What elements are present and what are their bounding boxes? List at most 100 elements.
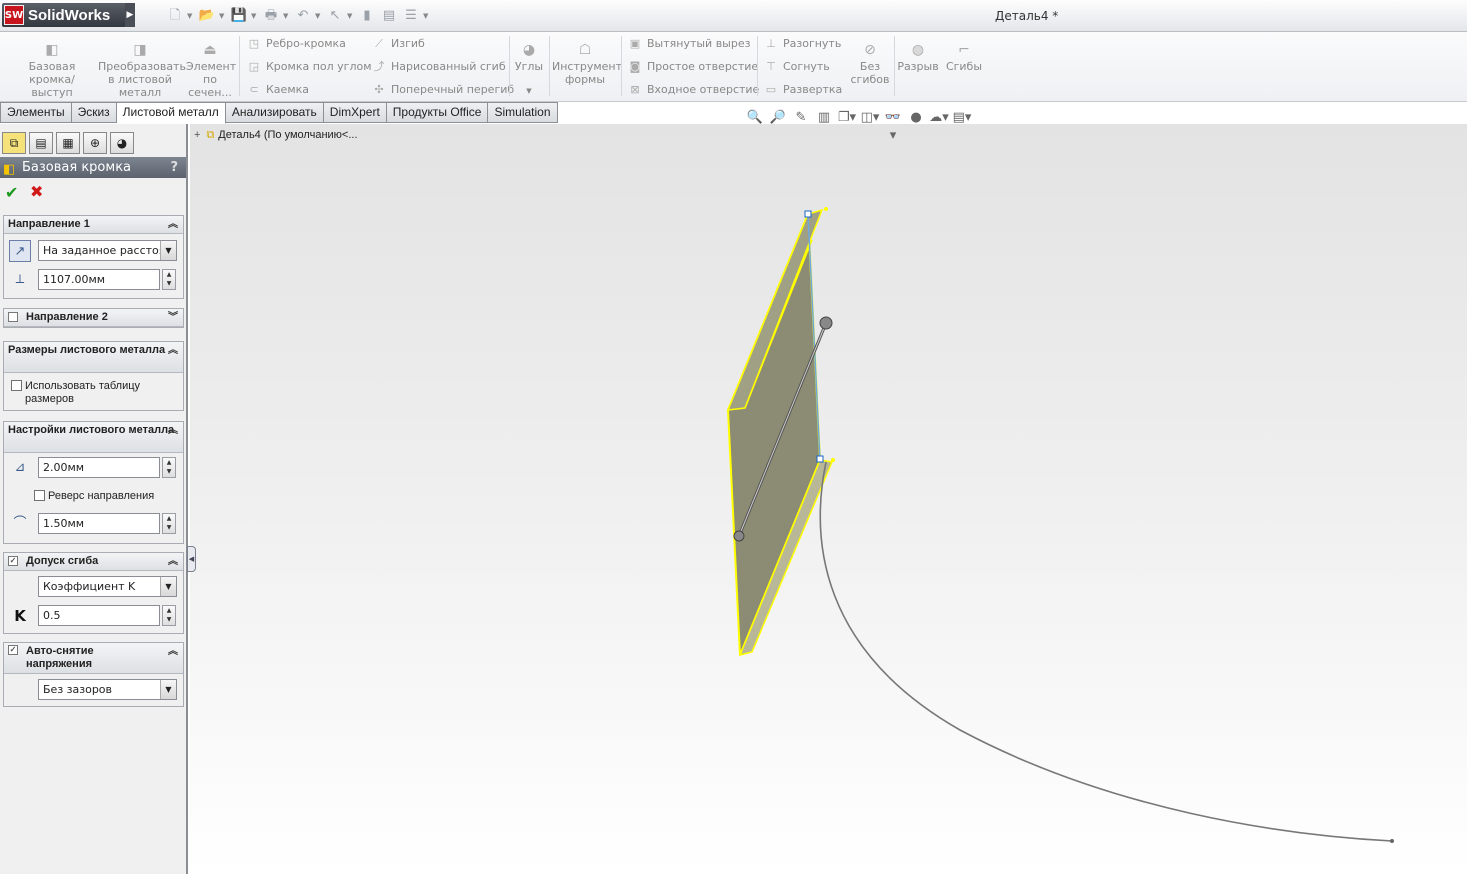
base-flange-button[interactable]: ◧ Базовая кромка/выступ: [10, 42, 94, 99]
simple-hole-button[interactable]: ◙ Простое отверстие: [627, 58, 759, 76]
tab-simulation[interactable]: Simulation: [488, 102, 558, 123]
hide-show-items-icon[interactable]: 👓▾: [883, 109, 903, 143]
sketched-bend-button[interactable]: ⤴ Нарисованный сгиб: [371, 58, 506, 76]
feature-manager-tab-icon[interactable]: ⧉: [2, 132, 26, 154]
collapse-chevron-icon[interactable]: ︽: [168, 553, 178, 570]
insert-bends-button[interactable]: ⌐ Сгибы: [942, 42, 986, 73]
relief-type-select[interactable]: Без зазоров ▼: [38, 679, 177, 700]
vent-button[interactable]: ⊠ Входное отверстие: [627, 81, 759, 99]
end-condition-select[interactable]: На заданное расстоянии ▼: [38, 240, 177, 261]
checkbox-box[interactable]: [34, 490, 45, 501]
configuration-manager-tab-icon[interactable]: ▦: [56, 132, 80, 154]
panel-collapse-handle-icon[interactable]: ◀: [187, 546, 196, 572]
corners-dropdown-icon[interactable]: ▼: [512, 85, 546, 98]
cross-break-button[interactable]: ✣ Поперечный перегиб: [371, 81, 514, 99]
ok-check-icon[interactable]: ✔: [5, 183, 18, 202]
save-icon[interactable]: 💾: [229, 6, 249, 26]
graphics-area[interactable]: 🔍 🔎 ✎ ▥ ❐▾ ◫▾ 👓▾ ● ☁▾ ▤▾: [190, 110, 1467, 874]
thickness-input[interactable]: 2.00мм: [38, 457, 160, 478]
direction2-header[interactable]: Направление 2 ︾: [4, 309, 183, 327]
options-icon[interactable]: ☰: [401, 6, 421, 26]
use-gauge-table-label: Использовать таблицу размеров: [25, 380, 141, 405]
bend-allowance-header[interactable]: ✓ Допуск сгиба ︽: [4, 553, 183, 571]
collapse-chevron-icon[interactable]: ︽: [168, 216, 178, 233]
expand-plus-icon[interactable]: +: [194, 129, 200, 141]
bend-radius-input[interactable]: 1.50мм: [38, 513, 160, 534]
tab-sketch[interactable]: Эскиз: [71, 102, 117, 123]
auto-relief-checkbox[interactable]: ✓: [8, 645, 18, 655]
select-icon[interactable]: ↖: [325, 6, 345, 26]
options-dropdown-icon[interactable]: ▼: [423, 12, 431, 20]
depth-spinner[interactable]: ▲ ▼: [162, 269, 176, 290]
solidworks-logo[interactable]: SW SolidWorks ▶: [2, 3, 135, 27]
expand-chevron-icon[interactable]: ︾: [168, 309, 178, 326]
direction2-checkbox[interactable]: [8, 312, 18, 323]
print-icon[interactable]: 🖶: [261, 6, 281, 26]
section-view-icon[interactable]: ▥: [814, 109, 834, 127]
apply-scene-icon[interactable]: ☁▾: [929, 109, 949, 127]
fold-button[interactable]: ⊤ Согнуть: [763, 58, 830, 76]
new-dropdown-icon[interactable]: ▼: [187, 12, 195, 20]
file-properties-icon[interactable]: ▤: [379, 6, 399, 26]
jog-button[interactable]: ⟋ Изгиб: [371, 35, 425, 53]
sheetmetal-params-header[interactable]: Настройки листового металла ︽: [4, 422, 183, 453]
collapse-chevron-icon[interactable]: ︽: [168, 645, 178, 658]
save-dropdown-icon[interactable]: ▼: [251, 12, 259, 20]
open-folder-icon[interactable]: 📂: [197, 6, 217, 26]
cancel-x-icon[interactable]: ✖: [30, 182, 43, 201]
property-manager-tab-icon[interactable]: ▤: [29, 132, 53, 154]
reverse-direction-icon[interactable]: ↗: [9, 240, 31, 262]
collapse-chevron-icon[interactable]: ︽: [168, 424, 178, 437]
miter-flange-button[interactable]: ◲ Кромка пол углом: [246, 58, 372, 76]
tab-evaluate[interactable]: Анализировать: [225, 102, 324, 123]
menu-expand-arrow-icon[interactable]: ▶: [125, 3, 135, 27]
lofted-bend-button[interactable]: ⏏ Элемент по сечен...: [186, 42, 236, 99]
auto-relief-header[interactable]: ✓ Авто-снятие напряжения ︽: [4, 643, 183, 674]
previous-view-icon[interactable]: ✎: [791, 109, 811, 127]
zoom-to-fit-icon[interactable]: 🔍: [745, 109, 765, 127]
feature-tree-flyout[interactable]: + ⧉ Деталь4 (По умолчанию<...: [194, 129, 358, 142]
display-manager-tab-icon[interactable]: ◕: [110, 132, 134, 154]
select-dropdown-icon[interactable]: ▼: [347, 12, 355, 20]
zoom-to-area-icon[interactable]: 🔎: [768, 109, 788, 127]
help-icon[interactable]: ?: [170, 157, 178, 178]
depth-input[interactable]: 1107.00мм: [38, 269, 160, 290]
bend-allowance-type-select[interactable]: Коэффициент K ▼: [38, 576, 177, 597]
flatten-button[interactable]: ▭ Развертка: [763, 81, 842, 99]
rip-button[interactable]: ◍ Разрыв: [896, 42, 940, 73]
collapse-chevron-icon[interactable]: ︽: [168, 344, 178, 357]
view-settings-icon[interactable]: ▤▾: [952, 109, 972, 127]
k-factor-input[interactable]: 0.5: [38, 605, 160, 626]
undo-icon[interactable]: ↶: [293, 6, 313, 26]
tab-features[interactable]: Элементы: [0, 102, 72, 123]
open-dropdown-icon[interactable]: ▼: [219, 12, 227, 20]
display-style-icon[interactable]: ◫▾: [860, 109, 880, 127]
tab-sheet-metal[interactable]: Листовой металл: [116, 102, 226, 124]
convert-sheetmetal-button[interactable]: ◨ Преобразовать в листовой металл: [98, 42, 186, 99]
gauge-header[interactable]: Размеры листового металла ︽: [4, 342, 183, 373]
bend-radius-spinner[interactable]: ▲ ▼: [162, 513, 176, 534]
extruded-cut-button[interactable]: ▣ Вытянутый вырез: [627, 35, 751, 53]
checkbox-box[interactable]: [11, 380, 22, 391]
view-orientation-icon[interactable]: ❐▾: [837, 109, 857, 127]
rebuild-icon[interactable]: ▮: [357, 6, 377, 26]
undo-dropdown-icon[interactable]: ▼: [315, 12, 323, 20]
tab-dimxpert[interactable]: DimXpert: [323, 102, 387, 123]
hem-button[interactable]: ⊂ Каемка: [246, 81, 309, 99]
bend-allowance-checkbox[interactable]: ✓: [8, 556, 18, 567]
edge-flange-button[interactable]: ◳ Ребро-кромка: [246, 35, 346, 53]
new-document-icon[interactable]: 🗋: [165, 6, 185, 26]
thickness-spinner[interactable]: ▲ ▼: [162, 457, 176, 478]
corners-button[interactable]: ◕ Углы ▼: [512, 42, 546, 98]
direction1-header[interactable]: Направление 1 ︽: [4, 216, 183, 234]
edit-appearance-icon[interactable]: ●: [906, 109, 926, 127]
tab-office-products[interactable]: Продукты Office: [386, 102, 489, 123]
forming-tool-button[interactable]: ☖ Инструмент формы: [552, 42, 622, 86]
no-bends-button[interactable]: ⊘ Без сгибов: [848, 42, 892, 86]
unfold-button[interactable]: ⊥ Разогнуть: [763, 35, 841, 53]
k-factor-spinner[interactable]: ▲ ▼: [162, 605, 176, 626]
use-gauge-table-checkbox[interactable]: Использовать таблицу размеров: [11, 380, 181, 406]
reverse-direction-checkbox[interactable]: Реверс направления: [34, 490, 154, 503]
dimxpert-manager-tab-icon[interactable]: ⊕: [83, 132, 107, 154]
print-dropdown-icon[interactable]: ▼: [283, 12, 291, 20]
